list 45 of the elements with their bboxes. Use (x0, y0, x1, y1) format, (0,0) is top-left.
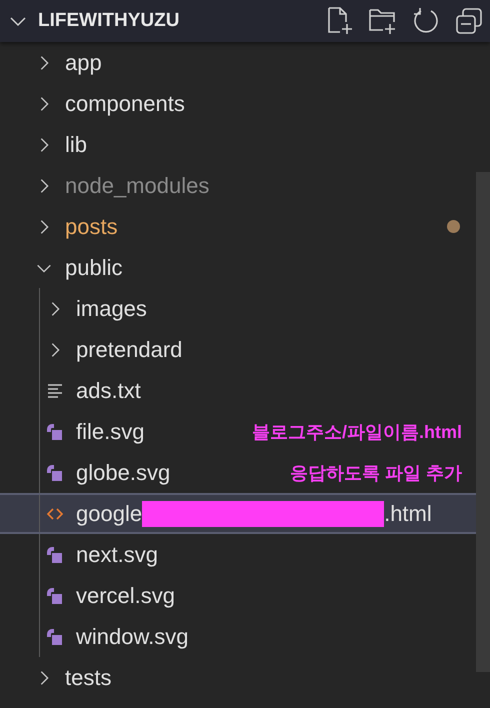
new-folder-icon[interactable] (368, 6, 398, 36)
file-name: globe.svg (76, 460, 170, 486)
tree-item[interactable]: app (0, 42, 476, 83)
tree-item[interactable]: components (0, 83, 476, 124)
tree-item[interactable]: tests (0, 657, 476, 698)
scrollbar[interactable] (476, 172, 490, 672)
file-name: images (76, 296, 147, 322)
tree-item[interactable]: pretendard (0, 329, 476, 370)
collapse-all-icon[interactable] (454, 6, 484, 36)
annotation-text: 블로그주소/파일이름.html (252, 420, 462, 444)
file-name: posts (65, 214, 118, 240)
file-name: file.svg (76, 418, 144, 444)
file-name: next.svg (76, 542, 158, 568)
tree-item[interactable]: google .html (0, 493, 476, 534)
file-extension: .html (384, 500, 432, 526)
shapes-icon (46, 546, 64, 564)
shapes-icon (46, 628, 64, 646)
tree-item[interactable]: vercel.svg (0, 575, 476, 616)
workspace-title: LIFEWITHYUZU (38, 10, 180, 32)
file-name: pretendard (76, 336, 182, 362)
file-name: app (65, 50, 102, 76)
annotation-text: 응답하도록 파일 추가 (290, 462, 462, 484)
shapes-icon (46, 422, 64, 440)
file-name: ads.txt (76, 378, 141, 404)
tree-item[interactable]: public (0, 247, 476, 288)
lines-icon (46, 382, 64, 400)
file-name: tests (65, 664, 112, 690)
tree-item[interactable]: node_modules (0, 165, 476, 206)
tree-item[interactable]: posts (0, 206, 476, 247)
shapes-icon (46, 464, 64, 482)
tree-item[interactable]: ads.txt (0, 370, 476, 411)
tree-item[interactable]: file.svg 블로그주소/파일이름.html (0, 411, 476, 452)
shapes-icon (46, 586, 64, 604)
file-name: window.svg (76, 624, 189, 650)
file-name: public (65, 254, 122, 280)
file-name: node_modules (65, 172, 210, 198)
file-name: google (76, 500, 142, 526)
tree-item[interactable]: lib (0, 124, 476, 165)
new-file-icon[interactable] (325, 6, 355, 36)
tree-item[interactable]: images (0, 288, 476, 329)
tree-item[interactable]: window.svg (0, 616, 476, 657)
file-name: lib (65, 132, 88, 158)
file-name: vercel.svg (76, 582, 176, 608)
file-name: components (65, 90, 185, 116)
tree-item[interactable]: next.svg (0, 534, 476, 575)
